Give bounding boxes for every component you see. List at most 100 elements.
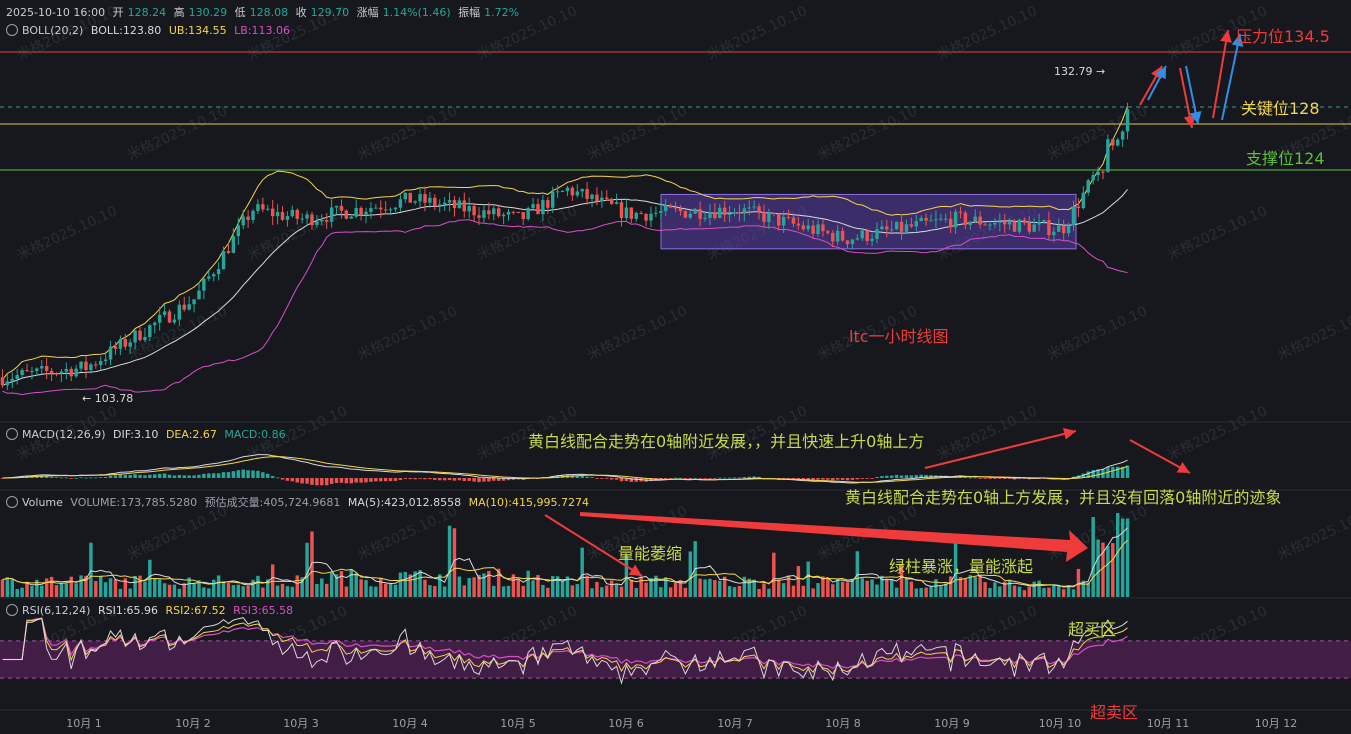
candle-body — [654, 212, 658, 214]
bell-icon[interactable] — [6, 604, 18, 616]
macd-name[interactable]: MACD(12,26,9) — [22, 428, 106, 441]
bell-icon[interactable] — [6, 496, 18, 508]
candle-body — [565, 187, 570, 192]
macd-histogram-bar — [295, 478, 299, 483]
candle-body — [762, 211, 766, 222]
volume-bar — [894, 587, 899, 597]
volume-bar — [211, 579, 216, 597]
volume-bar — [1115, 512, 1120, 597]
volume-bar — [246, 585, 250, 597]
volume-bar — [1037, 580, 1041, 597]
candle-body — [821, 224, 825, 232]
volume-bar — [467, 577, 471, 597]
rsi-3: RSI3:65.58 — [233, 604, 294, 617]
volume-bar — [329, 572, 334, 597]
volume-bar — [570, 585, 575, 597]
chart-canvas[interactable]: 米格2025.10.10 米格2025.10.10 米格2025.10.10 米格20… — [0, 0, 1351, 734]
volume-bar — [619, 586, 624, 597]
candle-body — [693, 208, 697, 214]
volume-bar — [94, 581, 98, 597]
candle-body — [1037, 221, 1041, 225]
macd-histogram-bar — [246, 470, 250, 478]
macd-histogram-bar — [423, 478, 427, 480]
macd-histogram-bar — [216, 473, 221, 478]
candle-body — [718, 207, 722, 219]
candle-body — [806, 225, 810, 230]
volume-name[interactable]: Volume — [22, 496, 63, 509]
boll-name[interactable]: BOLL(20,2) — [22, 24, 83, 37]
candle-body — [855, 238, 860, 240]
rsi-1: RSI1:65.96 — [97, 604, 159, 617]
candle-body — [148, 325, 152, 338]
macd-histogram-bar — [993, 478, 997, 479]
volume-bar — [963, 578, 968, 597]
volume-bar — [767, 588, 771, 597]
volume-bar — [275, 585, 280, 597]
candle-body — [0, 377, 5, 386]
candle-body — [74, 368, 78, 377]
candle-body — [1042, 220, 1046, 222]
macd-histogram-bar — [413, 478, 417, 480]
volume-bar — [418, 570, 422, 597]
macd-histogram-bar — [344, 478, 349, 484]
watermarks: 米格2025.10.10 米格2025.10.10 米格2025.10.10 米格20… — [15, 3, 1351, 663]
rsi-name[interactable]: RSI(6,12,24) — [22, 604, 90, 617]
red-down-arrow — [1179, 67, 1196, 129]
volume-bar — [870, 579, 874, 597]
volume-bar — [595, 581, 599, 597]
volume-bar — [762, 583, 766, 597]
candle-body — [732, 212, 737, 214]
overbought-label: 超买区 — [1068, 620, 1117, 639]
candle-body — [315, 221, 319, 226]
candle-body — [550, 191, 555, 208]
candle-body — [143, 337, 147, 341]
volume-bar — [968, 575, 973, 597]
macd-histogram-bar — [364, 478, 368, 483]
macd-histogram-bar — [614, 478, 619, 480]
candle-body — [192, 299, 196, 305]
candle-body — [98, 361, 103, 365]
macd-histogram-bar — [162, 473, 167, 478]
candle-body — [492, 208, 496, 215]
candle-body — [94, 364, 98, 366]
bell-icon[interactable] — [6, 428, 18, 440]
volume-bar — [315, 583, 319, 597]
candle-body — [663, 205, 668, 211]
macd-histogram-bar — [192, 475, 196, 478]
macd-histogram-bar — [487, 478, 491, 482]
volume-bar — [261, 587, 265, 597]
macd-histogram-bar — [1002, 478, 1007, 479]
candle-body — [885, 226, 889, 230]
candle-body — [290, 209, 295, 217]
candle-body — [501, 214, 506, 217]
volume-bar — [162, 583, 167, 597]
volume-bar — [216, 575, 221, 597]
macd-histogram-bar — [894, 474, 899, 478]
macd-histogram-bar — [418, 478, 422, 479]
macd-histogram-bar — [275, 477, 280, 479]
macd-histogram-bar — [619, 478, 624, 482]
candle-body — [437, 204, 442, 206]
candle-body — [845, 240, 850, 245]
macd-histogram-bar — [167, 474, 172, 478]
candle-body — [1120, 131, 1125, 140]
volume-bar — [344, 586, 349, 597]
bell-icon[interactable] — [6, 24, 18, 36]
macd-histogram-bar — [433, 478, 437, 480]
volume-bar — [914, 588, 919, 597]
volume-bar — [614, 584, 619, 597]
candle-body — [197, 290, 201, 300]
candle-body — [157, 314, 162, 323]
volume-val: VOLUME:173,785.5280 — [70, 496, 198, 509]
macd-histogram-bar — [821, 478, 825, 480]
candle-body — [256, 204, 260, 211]
candle-body — [668, 205, 673, 208]
volume-bar — [54, 585, 59, 597]
candle-body — [781, 217, 786, 226]
volume-bar — [128, 588, 132, 597]
macd-histogram-bar — [329, 478, 334, 484]
macd-histogram-bar — [64, 477, 69, 479]
volume-bar — [688, 551, 693, 597]
candle-body — [727, 213, 732, 216]
candle-body — [659, 210, 663, 213]
